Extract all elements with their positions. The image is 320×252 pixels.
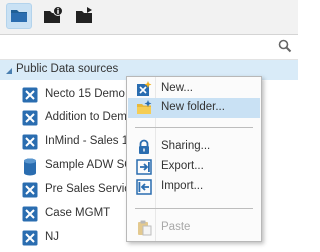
cube-x-icon	[22, 87, 38, 106]
tree-root-label: Public Data sources	[16, 63, 119, 75]
folder-share-icon	[75, 6, 95, 27]
menu-item-label: Sharing...	[161, 140, 211, 152]
expand-arrow-icon[interactable]	[5, 66, 13, 78]
menu-separator	[135, 127, 253, 128]
folder-info-icon	[43, 5, 63, 27]
menu-item-export[interactable]: Export...	[128, 157, 260, 177]
tree-item-label: Addition to Demo	[45, 111, 134, 123]
tree-item-label: InMind - Sales 1	[45, 135, 129, 147]
folder-share-tab-button[interactable]	[72, 3, 98, 29]
cube-x-icon	[22, 182, 38, 201]
toolbar	[0, 0, 298, 35]
menu-item-label: Export...	[161, 160, 204, 172]
menu-item-sharing[interactable]: Sharing...	[128, 137, 260, 157]
menu-separator	[135, 208, 253, 209]
paste-icon	[136, 220, 152, 239]
cube-x-icon	[22, 206, 38, 225]
lock-icon	[136, 139, 152, 158]
cube-x-icon	[22, 134, 38, 153]
cube-x-icon	[22, 230, 38, 249]
new-folder-icon	[136, 100, 152, 119]
tree-item-label: NJ	[45, 231, 60, 243]
database-icon	[22, 158, 38, 179]
tree-item-label: Case MGMT	[45, 207, 111, 219]
search-bar[interactable]	[0, 35, 298, 60]
menu-item-new[interactable]: New...	[128, 79, 260, 99]
folder-tab-button[interactable]	[6, 3, 32, 29]
folder-icon	[10, 7, 28, 26]
tree-item-label: Pre Sales Service	[45, 183, 137, 195]
folder-info-tab-button[interactable]	[40, 3, 66, 29]
search-icon[interactable]	[278, 39, 292, 56]
cube-x-icon	[22, 110, 38, 129]
menu-item-label: Paste	[161, 221, 191, 233]
menu-item-label: New...	[161, 82, 193, 94]
menu-item-import[interactable]: Import...	[128, 177, 260, 197]
import-icon	[136, 179, 152, 198]
export-icon	[136, 159, 152, 178]
menu-item-new-folder[interactable]: New folder...	[128, 98, 260, 118]
tree-item-label: Necto 15 Demo	[45, 88, 125, 100]
menu-item-paste[interactable]: Paste	[128, 218, 260, 238]
context-menu: New... New folder... Sharing... Export..…	[126, 76, 262, 242]
menu-item-label: New folder...	[161, 101, 225, 113]
menu-item-label: Import...	[161, 180, 204, 192]
